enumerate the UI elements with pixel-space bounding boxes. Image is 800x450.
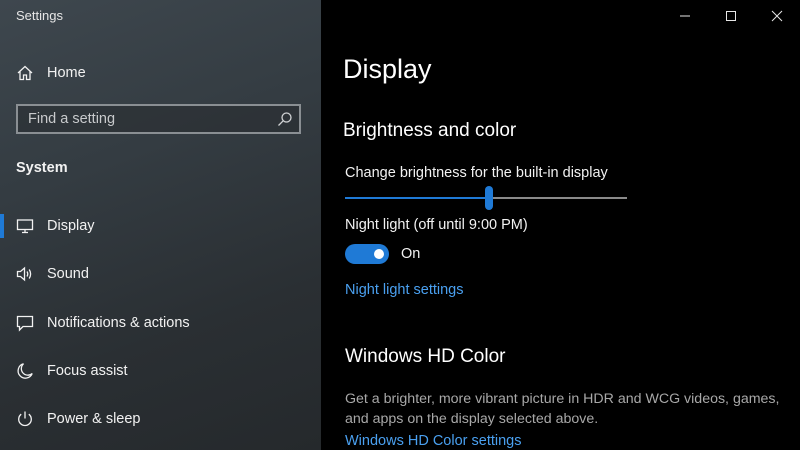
minimize-icon (680, 15, 690, 17)
slider-thumb[interactable] (485, 186, 493, 210)
moon-icon (15, 361, 35, 381)
sidebar-item-label: Sound (47, 266, 89, 283)
slider-fill (345, 197, 489, 199)
app-title: Settings (16, 8, 63, 23)
search-input[interactable] (18, 110, 270, 128)
window-controls (662, 0, 800, 32)
night-light-toggle[interactable] (345, 244, 389, 264)
minimize-button[interactable] (662, 0, 708, 32)
sidebar-item-label: Notifications & actions (47, 314, 190, 331)
sidebar-item-label: Power & sleep (47, 411, 141, 428)
maximize-button[interactable] (708, 0, 754, 32)
hd-color-description: Get a brighter, more vibrant picture in … (345, 391, 780, 427)
maximize-icon (726, 11, 736, 21)
close-button[interactable] (754, 0, 800, 32)
sidebar: Settings Home System (0, 0, 321, 450)
hd-color-settings-link[interactable]: Windows HD Color settings (345, 433, 521, 449)
monitor-icon (15, 216, 35, 236)
sidebar-item-sound[interactable]: Sound (0, 258, 321, 290)
power-icon (15, 409, 35, 429)
section-title: System (16, 160, 68, 176)
page-title: Display (343, 54, 432, 84)
brightness-slider[interactable] (345, 186, 627, 210)
speaker-icon (15, 264, 35, 284)
sidebar-item-notifications[interactable]: Notifications & actions (0, 307, 321, 339)
night-light-label: Night light (off until 9:00 PM) (345, 217, 528, 233)
home-icon (15, 63, 35, 83)
brightness-section-title: Brightness and color (343, 120, 517, 141)
night-light-settings-link[interactable]: Night light settings (345, 282, 463, 298)
sidebar-item-focus-assist[interactable]: Focus assist (0, 355, 321, 387)
home-label: Home (47, 65, 86, 81)
sidebar-item-label: Display (47, 218, 95, 234)
sidebar-item-power-sleep[interactable]: Power & sleep (0, 403, 321, 435)
sidebar-item-display[interactable]: Display (0, 210, 321, 242)
search-box[interactable] (16, 104, 301, 134)
hd-color-section-title: Windows HD Color (345, 346, 506, 367)
toggle-state-label: On (401, 246, 421, 262)
toggle-knob (374, 249, 384, 259)
main-content: Display Brightness and color Change brig… (321, 0, 800, 450)
close-icon (771, 10, 783, 22)
nav-list: Display Sound Notifications & actions Fo… (0, 210, 321, 450)
brightness-label: Change brightness for the built-in displ… (345, 165, 608, 181)
settings-window: Settings Home System (0, 0, 800, 450)
home-nav-item[interactable]: Home (0, 58, 321, 88)
sidebar-item-label: Focus assist (47, 362, 128, 379)
search-icon[interactable] (277, 111, 293, 127)
notifications-icon (15, 313, 35, 333)
